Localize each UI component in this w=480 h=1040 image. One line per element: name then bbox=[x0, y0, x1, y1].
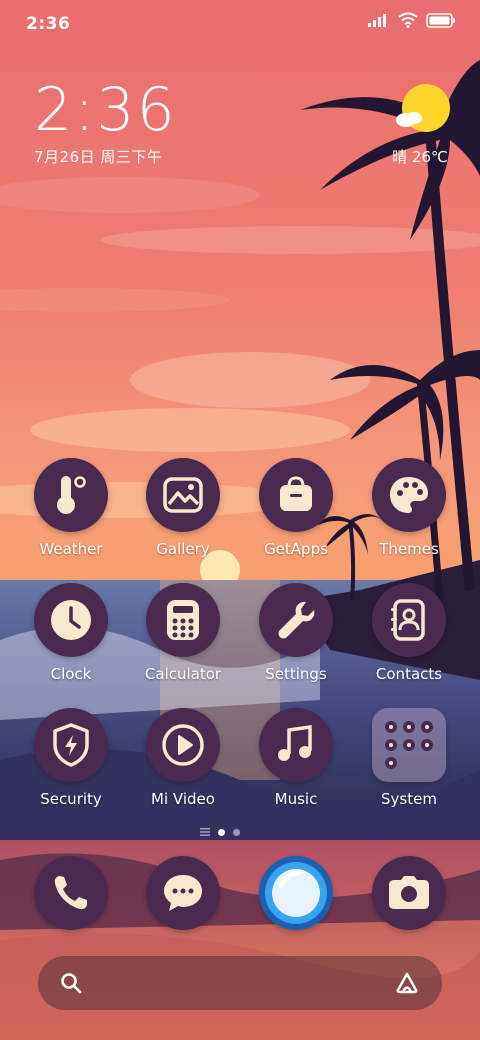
page-dot-active[interactable] bbox=[218, 828, 225, 836]
page-indicator[interactable] bbox=[200, 828, 240, 836]
app-label: Clock bbox=[50, 665, 92, 683]
camera-icon bbox=[372, 856, 446, 930]
folder-system[interactable]: System bbox=[354, 708, 464, 808]
weather-text: 晴 26℃ bbox=[392, 148, 448, 166]
battery-icon bbox=[426, 12, 455, 28]
app-label: Themes bbox=[379, 540, 439, 558]
app-label: Mi Video bbox=[151, 790, 215, 808]
widget-date: 7月26日 周三下午 bbox=[34, 148, 163, 166]
bottom-search-bar[interactable] bbox=[38, 956, 442, 1010]
app-contacts[interactable]: Contacts bbox=[354, 583, 464, 683]
app-label: Security bbox=[40, 790, 102, 808]
app-label: Weather bbox=[39, 540, 103, 558]
app-label: Settings bbox=[265, 665, 327, 683]
widget-time: 2:36 bbox=[34, 75, 177, 145]
messages-icon bbox=[146, 856, 220, 930]
app-themes[interactable]: Themes bbox=[354, 458, 464, 558]
browser-icon bbox=[259, 856, 333, 930]
app-label: GetApps bbox=[264, 540, 328, 558]
shopping-bag-icon bbox=[259, 458, 333, 532]
status-time: 2:36 bbox=[26, 14, 71, 34]
signal-icon bbox=[368, 14, 386, 27]
contacts-icon bbox=[372, 583, 446, 657]
menu-lines-icon bbox=[200, 828, 210, 836]
app-label: System bbox=[381, 790, 437, 808]
search-icon[interactable] bbox=[60, 972, 82, 994]
app-label: Music bbox=[274, 790, 318, 808]
thermometer-icon bbox=[34, 458, 108, 532]
app-settings[interactable]: Settings bbox=[241, 583, 351, 683]
app-mi-video[interactable]: Mi Video bbox=[128, 708, 238, 808]
shield-icon bbox=[34, 708, 108, 782]
sunny-cloud-icon bbox=[396, 84, 450, 132]
home-screen: 2:36 2:36 7月26日 周三下午 晴 26℃ Weather Galle… bbox=[0, 0, 480, 1040]
app-getapps[interactable]: GetApps bbox=[241, 458, 351, 558]
palette-icon bbox=[372, 458, 446, 532]
app-security[interactable]: Security bbox=[16, 708, 126, 808]
dock-camera[interactable] bbox=[354, 856, 464, 930]
app-clock[interactable]: Clock bbox=[16, 583, 126, 683]
play-icon bbox=[146, 708, 220, 782]
clock-icon bbox=[34, 583, 108, 657]
gallery-icon bbox=[146, 458, 220, 532]
status-bar: 2:36 bbox=[0, 0, 480, 48]
wrench-icon bbox=[259, 583, 333, 657]
dock-messages[interactable] bbox=[128, 856, 238, 930]
status-icons bbox=[368, 12, 456, 28]
weather-widget[interactable]: 晴 26℃ bbox=[380, 82, 460, 167]
app-label: Gallery bbox=[156, 540, 210, 558]
phone-icon bbox=[34, 856, 108, 930]
assistant-icon[interactable] bbox=[394, 971, 420, 995]
dock-phone[interactable] bbox=[16, 856, 126, 930]
page-dot[interactable] bbox=[233, 828, 240, 836]
app-calculator[interactable]: Calculator bbox=[128, 583, 238, 683]
clock-widget[interactable]: 2:36 7月26日 周三下午 bbox=[34, 78, 177, 167]
music-note-icon bbox=[259, 708, 333, 782]
app-gallery[interactable]: Gallery bbox=[128, 458, 238, 558]
app-label: Calculator bbox=[144, 665, 222, 683]
app-weather[interactable]: Weather bbox=[16, 458, 126, 558]
folder-icon bbox=[372, 708, 446, 782]
calculator-icon bbox=[146, 583, 220, 657]
wifi-icon bbox=[398, 12, 418, 28]
app-label: Contacts bbox=[375, 665, 443, 683]
dock-browser[interactable] bbox=[241, 856, 351, 930]
app-music[interactable]: Music bbox=[241, 708, 351, 808]
